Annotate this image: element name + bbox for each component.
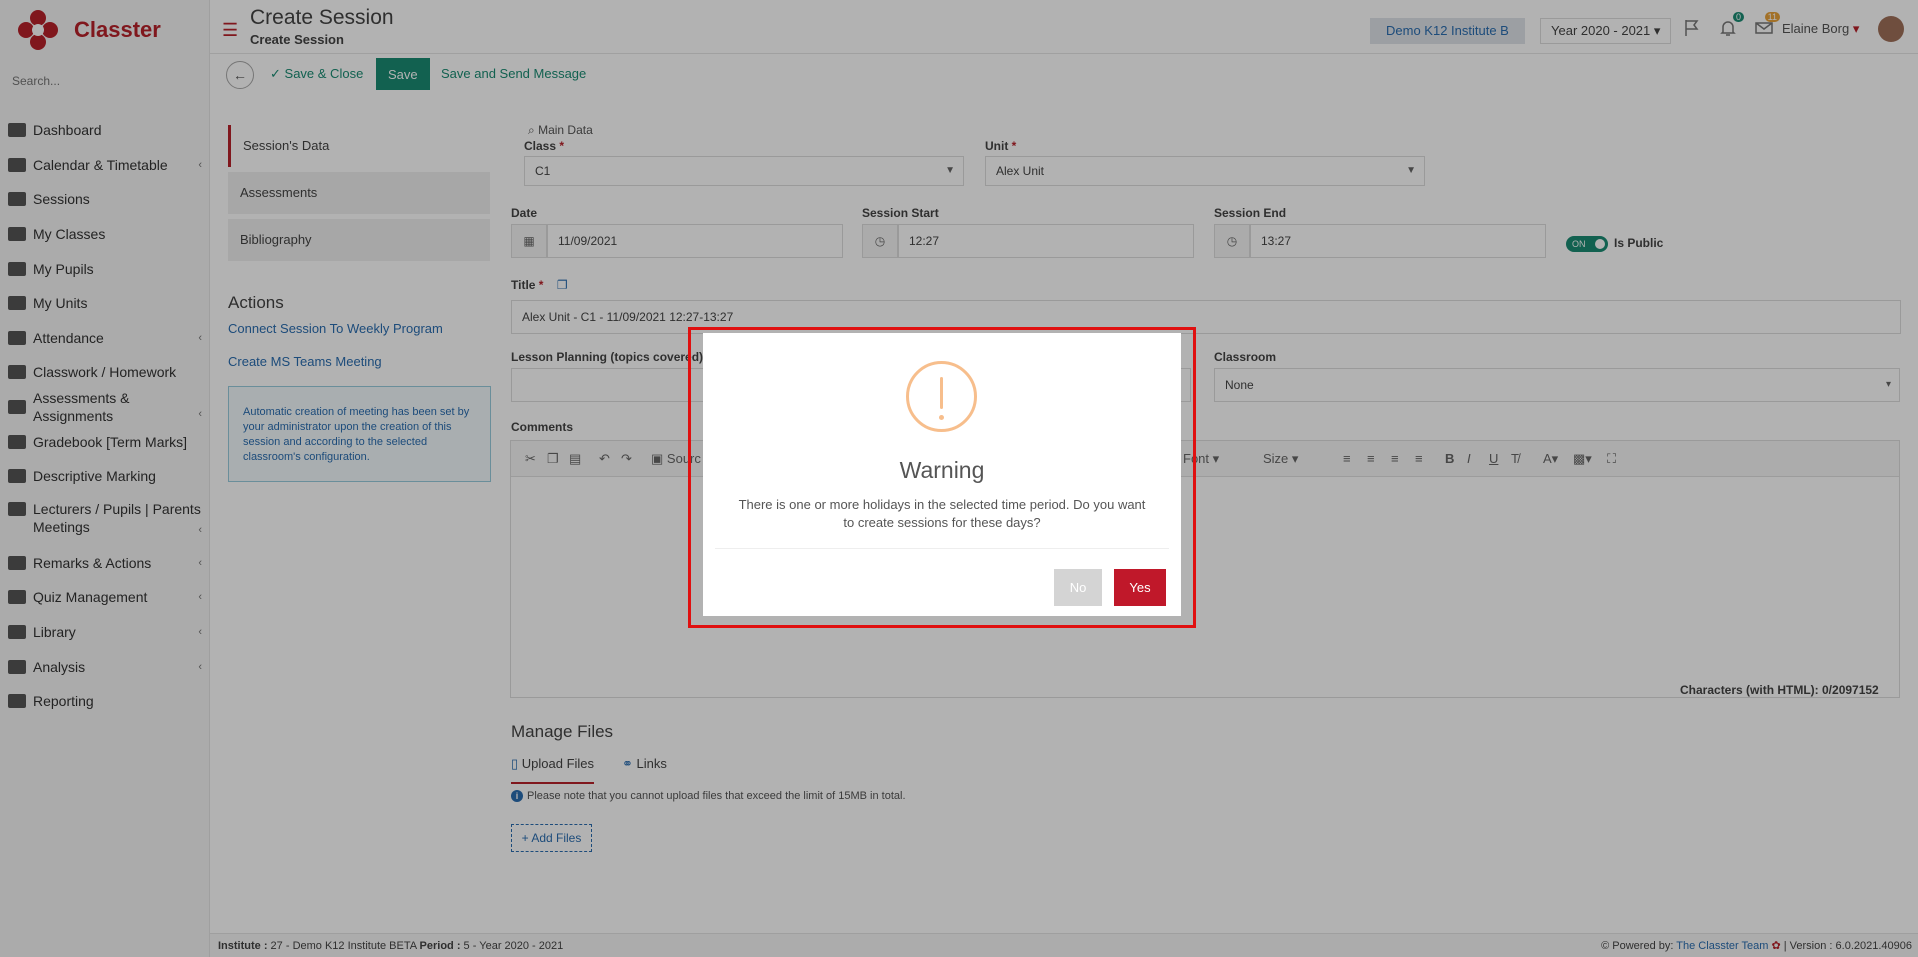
warning-icon xyxy=(906,361,977,432)
no-button[interactable]: No xyxy=(1054,569,1102,606)
yes-button[interactable]: Yes xyxy=(1114,569,1166,606)
dialog-title: Warning xyxy=(899,457,985,483)
dialog-divider xyxy=(715,548,1169,549)
dialog-message: There is one or more holidays in the sel… xyxy=(738,497,1146,530)
warning-dialog: Warning There is one or more holidays in… xyxy=(703,333,1181,616)
